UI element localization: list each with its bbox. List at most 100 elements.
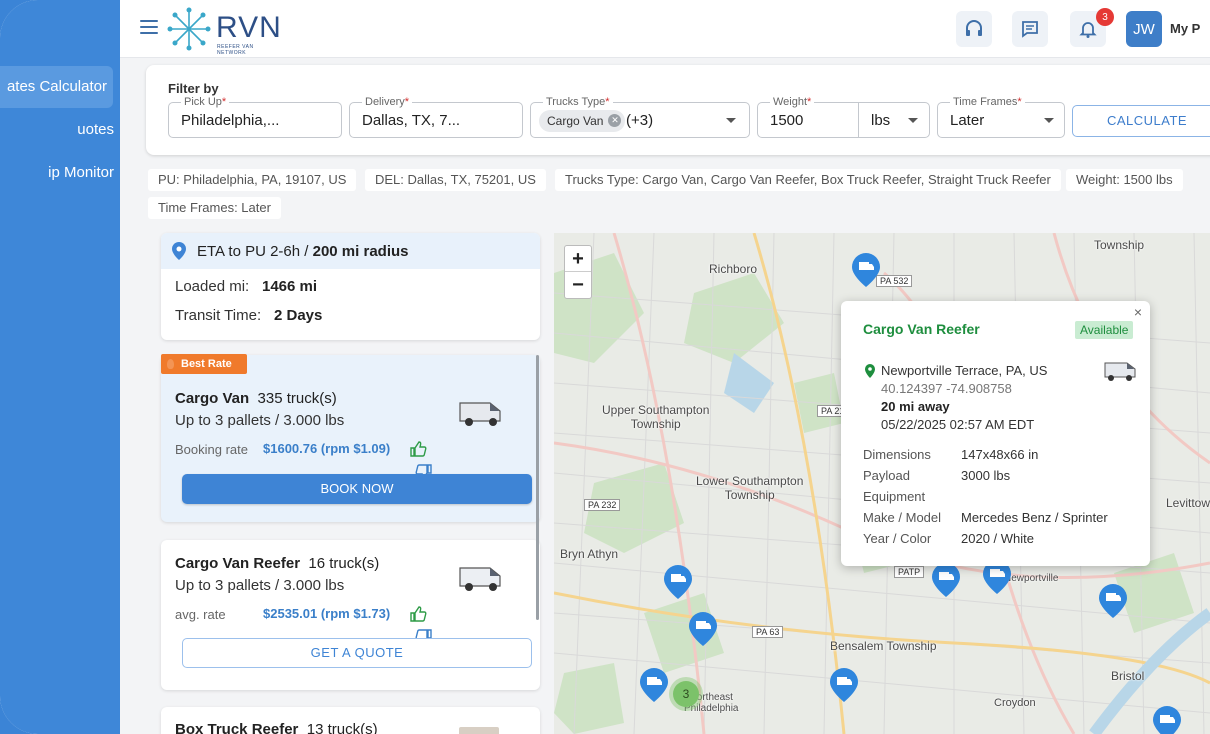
road-label: PATP: [894, 566, 925, 578]
bell-icon: [1079, 22, 1097, 38]
result-title: Cargo Van Reefer 16 truck(s): [175, 555, 380, 572]
chip-remove-icon[interactable]: ✕: [608, 114, 622, 127]
result-card-cargo-van[interactable]: Cargo Van 335 truck(s) Up to 3 pallets /…: [161, 355, 540, 522]
zoom-out-button[interactable]: −: [565, 272, 591, 298]
truck-location-pin-icon[interactable]: [932, 563, 960, 597]
logo-text: RVN: [216, 11, 282, 44]
sidebar-item-trip-monitor[interactable]: ip Monitor: [0, 152, 120, 194]
place-label-bristol: Bristol: [1111, 669, 1145, 683]
summary-tag-delivery: DEL: Dallas, TX, 75201, US: [365, 169, 546, 191]
thumbs-up-icon[interactable]: [409, 605, 427, 623]
rate-label: avg. rate: [175, 607, 226, 622]
truck-location-pin-icon[interactable]: [852, 253, 880, 287]
messages-button[interactable]: [1012, 11, 1048, 47]
eta-card: ETA to PU 2-6h / 200 mi radius Loaded mi…: [161, 233, 540, 340]
trucks-type-label: Trucks Type*: [543, 96, 613, 108]
menu-icon[interactable]: [140, 20, 158, 34]
weight-unit[interactable]: lbs: [871, 112, 890, 129]
map-cluster-marker[interactable]: 3: [673, 681, 699, 707]
place-label-lower-southampton: Lower Southampton Township: [696, 474, 804, 502]
headset-icon: [966, 20, 982, 36]
cargo-van-reefer-icon: [459, 567, 501, 591]
thumbs-up-icon[interactable]: [409, 440, 427, 458]
popup-datetime: 05/22/2025 02:57 AM EDT: [881, 417, 1035, 432]
summary-tag-time-frames: Time Frames: Later: [148, 197, 281, 219]
place-label-upper-southampton: Upper Southampton Township: [602, 403, 710, 431]
zoom-controls: + −: [564, 245, 592, 299]
book-now-button[interactable]: BOOK NOW: [182, 474, 532, 504]
time-frames-label: Time Frames*: [950, 96, 1025, 108]
pickup-label: Pick Up*: [181, 96, 230, 108]
time-frames-value: Later: [950, 112, 985, 129]
delivery-value: Dallas, TX, 7...: [362, 112, 461, 129]
truck-location-pin-icon[interactable]: [1099, 584, 1127, 618]
sidebar-item-label: uotes: [77, 121, 114, 138]
sidebar-item-quotes[interactable]: uotes: [0, 109, 120, 151]
sidebar-item-label: ip Monitor: [48, 164, 114, 181]
place-label-bryn-athyn: Bryn Athyn: [560, 547, 619, 561]
truck-location-pin-icon[interactable]: [1153, 706, 1181, 734]
result-card-cargo-van-reefer[interactable]: Cargo Van Reefer 16 truck(s) Up to 3 pal…: [161, 540, 540, 690]
weight-field[interactable]: Weight* 1500 lbs: [757, 96, 930, 138]
summary-tag-weight: Weight: 1500 lbs: [1066, 169, 1183, 191]
trucks-type-select[interactable]: Trucks Type* Cargo Van ✕ (+3): [530, 96, 750, 138]
feedback-buttons: [409, 440, 453, 480]
chat-icon: [1022, 21, 1038, 38]
support-button[interactable]: [956, 11, 992, 47]
weight-label: Weight*: [770, 96, 815, 108]
result-capacity: Up to 3 pallets / 3.000 lbs: [175, 577, 345, 594]
top-header: RVN REEFER VAN NETWORK 3 JW My P: [120, 0, 1210, 58]
pickup-value: Philadelphia,...: [181, 112, 280, 129]
trucks-type-more: (+3): [626, 112, 654, 129]
place-label-newportville: Newportville: [1004, 573, 1059, 584]
profile-label[interactable]: My P: [1170, 21, 1200, 36]
avatar[interactable]: JW: [1126, 11, 1162, 47]
result-capacity: Up to 3 pallets / 3.000 lbs: [175, 412, 345, 429]
get-quote-button[interactable]: GET A QUOTE: [182, 638, 532, 668]
popup-distance: 20 mi away: [881, 399, 950, 414]
result-title: Box Truck Reefer 13 truck(s): [175, 721, 378, 734]
equipment-label: Equipment: [863, 489, 926, 504]
notifications-button[interactable]: 3: [1070, 8, 1114, 47]
result-title: Cargo Van 335 truck(s): [175, 390, 337, 407]
sidebar: ates Calculator uotes ip Monitor: [0, 0, 120, 734]
truck-location-pin-icon[interactable]: [689, 612, 717, 646]
app-frame: ates Calculator uotes ip Monitor RVN REE…: [0, 0, 1210, 734]
truck-location-pin-icon[interactable]: [640, 668, 668, 702]
weight-value: 1500: [770, 112, 804, 129]
truck-location-pin-icon[interactable]: [830, 668, 858, 702]
road-label: PA 63: [752, 626, 784, 638]
pickup-field[interactable]: Pick Up* Philadelphia,...: [168, 96, 342, 138]
transit-value: 2 Days: [274, 307, 323, 324]
delivery-label: Delivery*: [362, 96, 413, 108]
truck-location-pin-icon[interactable]: [664, 565, 692, 599]
make-model-value: Mercedes Benz / Sprinter: [961, 510, 1108, 525]
time-frames-select[interactable]: Time Frames* Later: [937, 96, 1065, 138]
popup-location: Newportville Terrace, PA, US: [881, 363, 1048, 378]
chevron-down-icon: [1044, 118, 1054, 123]
rate-value: $2535.01 (rpm $1.73): [263, 606, 391, 621]
calculate-button[interactable]: CALCULATE: [1072, 105, 1210, 137]
results-scrollbar[interactable]: [536, 355, 539, 620]
zoom-in-button[interactable]: +: [565, 246, 591, 272]
year-color-label: Year / Color: [863, 531, 932, 546]
result-card-box-truck-reefer[interactable]: Box Truck Reefer 13 truck(s): [161, 707, 540, 734]
eta-text: ETA to PU 2-6h / 200 mi radius: [197, 243, 409, 260]
close-icon[interactable]: ×: [1134, 304, 1142, 320]
status-badge: Available: [1075, 321, 1134, 339]
sidebar-item-label: ates Calculator: [6, 78, 107, 95]
sidebar-item-rates-calculator[interactable]: ates Calculator: [0, 66, 113, 108]
logo[interactable]: RVN REEFER VAN NETWORK: [166, 7, 281, 56]
delivery-field[interactable]: Delivery* Dallas, TX, 7...: [349, 96, 523, 138]
logo-subtitle: REEFER VAN NETWORK: [217, 44, 254, 56]
chevron-down-icon: [908, 118, 918, 123]
payload-value: 3000 lbs: [961, 468, 1011, 483]
road-label: PA 532: [876, 275, 913, 287]
box-truck-icon: [459, 727, 499, 734]
eta-header: ETA to PU 2-6h / 200 mi radius: [161, 233, 540, 269]
trucks-type-chip[interactable]: Cargo Van ✕: [539, 110, 626, 132]
place-label-levittown: Levittown: [1166, 496, 1210, 510]
location-pin-icon: [865, 364, 875, 378]
logo-snowflake-icon: [167, 7, 211, 51]
location-pin-icon: [172, 242, 186, 260]
